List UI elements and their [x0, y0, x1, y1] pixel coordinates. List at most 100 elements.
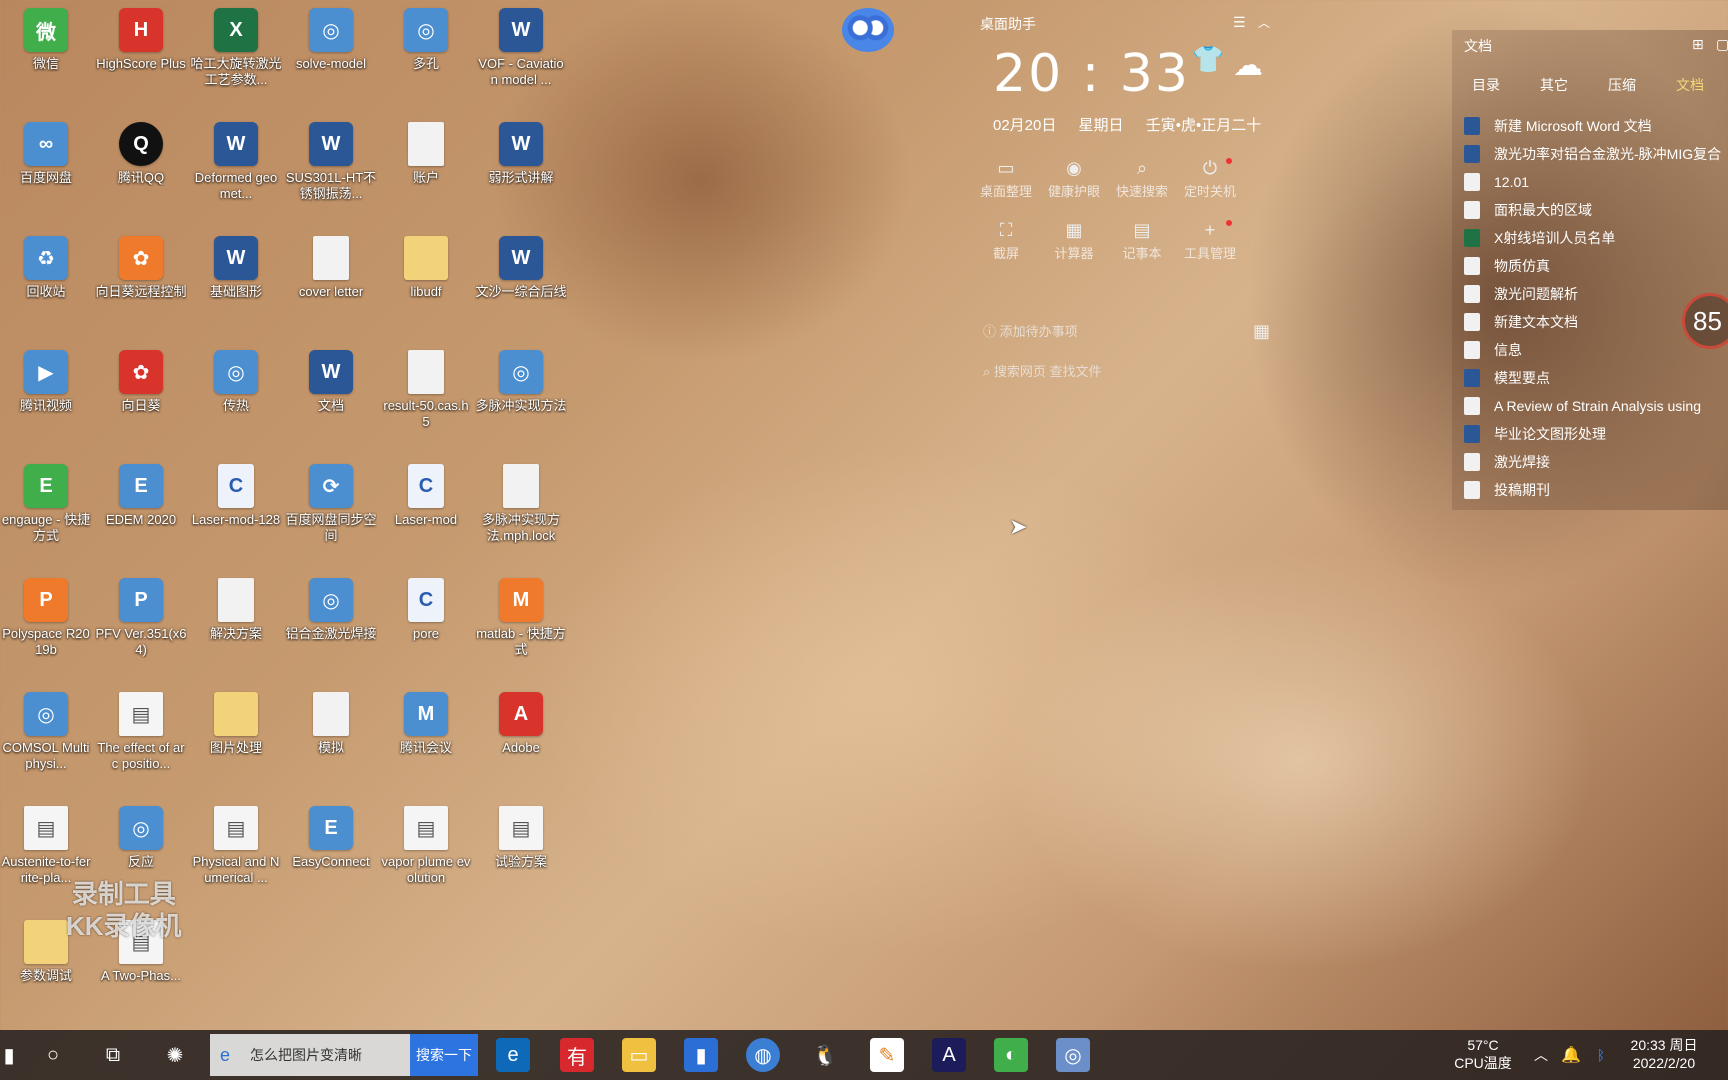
desktop-icon[interactable]: W Deformed geomet... [190, 122, 282, 202]
comsol-taskbar-icon[interactable]: ◎ [1056, 1038, 1090, 1072]
desktop-icon[interactable]: Eengauge - 快捷方式 [0, 464, 92, 544]
desktop-icon[interactable]: ∞ 百度网盘 [0, 122, 92, 186]
document-item[interactable]: 新建 Microsoft Word 文档 [1464, 112, 1728, 140]
desktop-icon[interactable]: ◎ 反应 [95, 806, 187, 870]
desktop-icon[interactable]: ▤ Physical and Numerical ... [190, 806, 282, 886]
document-item[interactable]: 激光焊接 [1464, 448, 1728, 476]
app-blue-icon[interactable]: ▮ [684, 1038, 718, 1072]
desktop-icon[interactable]: result-50.cas.h5 [380, 350, 472, 430]
document-item[interactable]: A Review of Strain Analysis using [1464, 392, 1728, 420]
desktop-icon[interactable]: C Laser-mod-128 [190, 464, 282, 528]
edge-browser-icon[interactable]: e [496, 1038, 530, 1072]
chevron-up-icon[interactable]: ︿ [1524, 1038, 1558, 1072]
youdao-icon[interactable]: 有 [560, 1038, 594, 1072]
document-item[interactable]: 毕业论文图形处理 [1464, 420, 1728, 448]
desktop-icon[interactable]: W 文沙一综合后线 [475, 236, 567, 300]
desktop-icon[interactable]: C Laser-mod [380, 464, 472, 528]
desktop-icon[interactable]: 微微信 [0, 8, 92, 72]
desktop-icon[interactable]: 多脉冲实现方法.mph.lock [475, 464, 567, 544]
desktop-icon[interactable]: E EasyConnect [285, 806, 377, 870]
document-item[interactable]: 激光功率对铝合金激光-脉冲MIG复合 [1464, 140, 1728, 168]
desktop-icon[interactable]: H HighScore Plus [95, 8, 187, 72]
desktop-icon[interactable]: cover letter [285, 236, 377, 300]
taskbar-clock[interactable]: 20:33 周日 2022/2/20 [1614, 1036, 1714, 1072]
desktop-icon[interactable]: E EDEM 2020 [95, 464, 187, 528]
document-item[interactable]: X射线培训人员名单 [1464, 224, 1728, 252]
tool-calculator[interactable]: ▦ 计算器 [1038, 220, 1110, 262]
desktop-icon[interactable]: ♻ 回收站 [0, 236, 92, 300]
tool-quick-search[interactable]: ⌕ 快速搜索 [1106, 158, 1178, 200]
tool-screenshot[interactable]: ⛶ 截屏 [970, 220, 1042, 262]
desktop-icon[interactable]: P Polyspace R2019b [0, 578, 92, 658]
collapse-icon[interactable]: ︿ [1258, 14, 1270, 31]
qr-code-icon[interactable]: ▦ [1253, 321, 1270, 342]
search-input[interactable]: e 怎么把图片变清晰 [210, 1034, 410, 1076]
desktop-icon[interactable]: libudf [380, 236, 472, 300]
task-view-icon[interactable]: ⧉ [96, 1038, 130, 1072]
desktop-icon[interactable]: ▤ vapor plume evolution [380, 806, 472, 886]
desktop-icon[interactable]: ▶ 腾讯视频 [0, 350, 92, 414]
desktop-icon[interactable]: P PFV Ver.351(x64) [95, 578, 187, 658]
desktop-icon[interactable]: Mmatlab - 快捷方式 [475, 578, 567, 658]
grid-icon[interactable]: ⊞ [1692, 36, 1704, 53]
qq-taskbar-icon[interactable]: 🐧 [808, 1038, 842, 1072]
cloud-weather-icon[interactable]: ☁ [1233, 48, 1263, 83]
desktop-icon[interactable]: 图片处理 [190, 692, 282, 756]
tab-directory[interactable]: 目录 [1452, 75, 1520, 95]
expand-icon[interactable]: ▢ [1716, 36, 1728, 53]
matlab-icon[interactable]: A [932, 1038, 966, 1072]
add-todo[interactable]: ⓘ 添加待办事项 [983, 321, 1078, 340]
desktop-icon[interactable]: ▤ The effect of arc positio... [95, 692, 187, 772]
search-button[interactable]: 搜索一下 [410, 1034, 478, 1076]
tab-archive[interactable]: 压缩 [1588, 75, 1656, 95]
desktop-icon[interactable]: ◎ 多脉冲实现方法 [475, 350, 567, 414]
desktop-icon[interactable]: W VOF - Caviation model ... [475, 8, 567, 88]
desktop-icon[interactable]: ⟳ 百度网盘同步空间 [285, 464, 377, 544]
bell-icon[interactable]: 🔔 [1554, 1038, 1588, 1072]
desktop-icon[interactable]: ◎ 铝合金激光焊接 [285, 578, 377, 642]
tab-documents[interactable]: 文档 [1656, 75, 1724, 95]
search-web-files[interactable]: ⌕ 搜索网页 查找文件 [983, 361, 1102, 380]
desktop-icon[interactable]: ✿ 向日葵远程控制 [95, 236, 187, 300]
tab-other[interactable]: 其它 [1520, 75, 1588, 95]
owl-mascot-icon[interactable] [842, 8, 894, 52]
tool-timed-shutdown[interactable]: ⏻ 定时关机 [1174, 158, 1246, 200]
cortana-icon[interactable]: ○ [36, 1038, 70, 1072]
desktop-icon[interactable]: ◎ COMSOL Multiphysi... [0, 692, 92, 772]
desktop-icon[interactable]: Q 腾讯QQ [95, 122, 187, 186]
document-item[interactable]: 模型要点 [1464, 364, 1728, 392]
globe-icon[interactable]: ◍ [746, 1038, 780, 1072]
file-explorer-icon[interactable]: ▭ [622, 1038, 656, 1072]
tool-manage[interactable]: + 工具管理 [1174, 220, 1246, 262]
desktop-icon[interactable]: M 腾讯会议 [380, 692, 472, 756]
desktop-icon[interactable]: W SUS301L-HT不锈钢振荡... [285, 122, 377, 202]
start-icon[interactable]: ▮ [0, 1038, 26, 1072]
desktop-icon[interactable]: W 基础图形 [190, 236, 282, 300]
desktop-icon[interactable]: W 文档 [285, 350, 377, 414]
desktop-icon[interactable]: A Adobe [475, 692, 567, 756]
wechat-taskbar-icon[interactable]: ◐ [994, 1038, 1028, 1072]
desktop-icon[interactable]: ◎ solve-model [285, 8, 377, 72]
pinwheel-icon[interactable]: ✺ [158, 1038, 192, 1072]
notes-icon[interactable]: ✎ [870, 1038, 904, 1072]
desktop-icon[interactable]: ▤ 试验方案 [475, 806, 567, 870]
desktop-icon[interactable]: 账户 [380, 122, 472, 186]
document-item[interactable]: 信息 [1464, 336, 1728, 364]
desktop-icon[interactable]: Cpore [380, 578, 472, 642]
desktop-icon[interactable]: W 弱形式讲解 [475, 122, 567, 186]
document-item[interactable]: 物质仿真 [1464, 252, 1728, 280]
desktop-icon[interactable]: ✿ 向日葵 [95, 350, 187, 414]
desktop-icon[interactable]: 模拟 [285, 692, 377, 756]
document-item[interactable]: 12.01 [1464, 168, 1728, 196]
tool-eye-care[interactable]: ◉ 健康护眼 [1038, 158, 1110, 200]
document-item[interactable]: 面积最大的区域 [1464, 196, 1728, 224]
cpu-temperature[interactable]: 57°C CPU温度 [1448, 1036, 1518, 1072]
shirt-icon[interactable]: 👕 [1192, 44, 1224, 75]
desktop-icon[interactable]: 解决方案 [190, 578, 282, 642]
tool-desktop-organize[interactable]: ▭ 桌面整理 [970, 158, 1042, 200]
desktop-icon[interactable]: ◎ 传热 [190, 350, 282, 414]
desktop-icon[interactable]: X 哈工大旋转激光工艺参数... [190, 8, 282, 88]
desktop-icon[interactable]: ▤ Austenite-to-ferrite-pla... [0, 806, 92, 886]
tool-notepad[interactable]: ▤ 记事本 [1106, 220, 1178, 262]
document-item[interactable]: 投稿期刊 [1464, 476, 1728, 504]
